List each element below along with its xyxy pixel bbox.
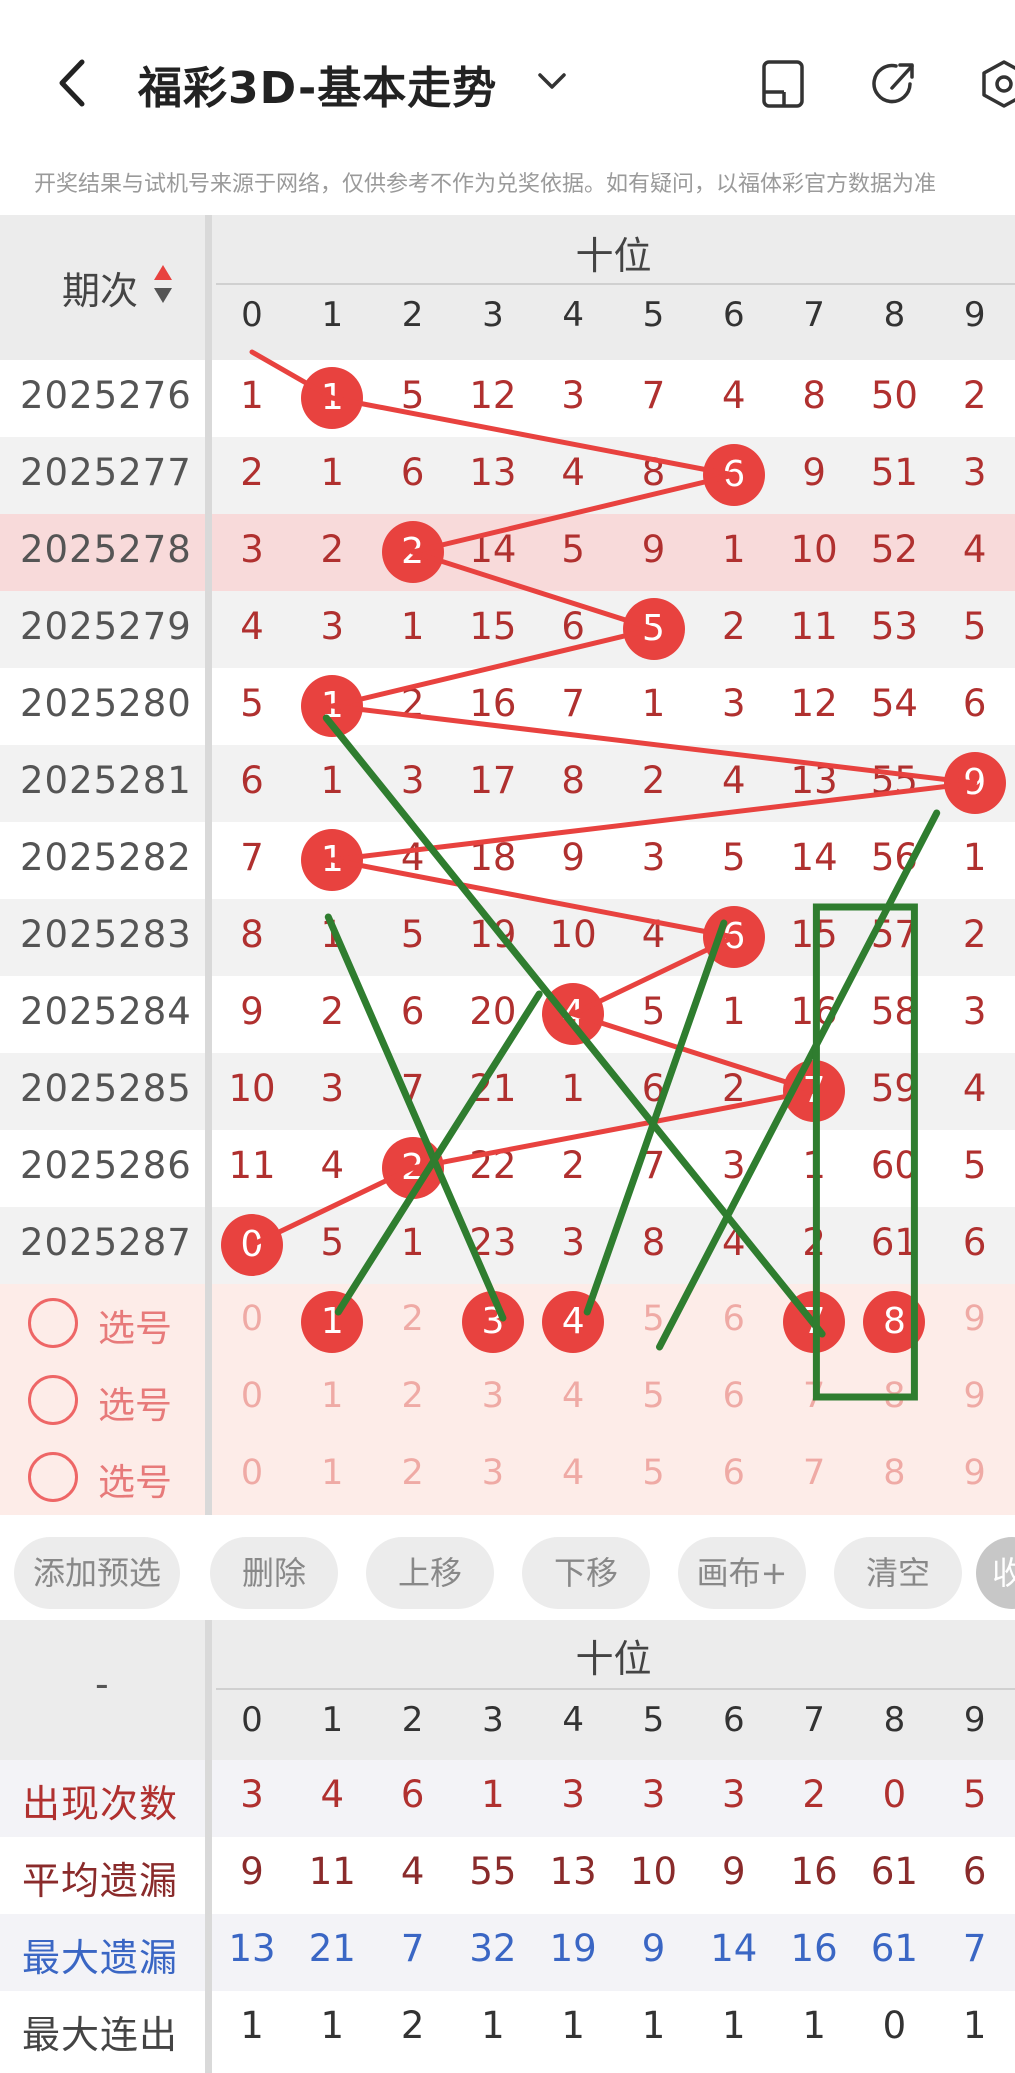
stats-cell: 3 [641, 1773, 666, 1816]
stats-cell: 7 [400, 1927, 425, 1970]
stats-cell: 19 [549, 1927, 597, 1970]
share-icon[interactable] [870, 58, 918, 110]
stats-digit-4: 4 [562, 1700, 584, 1740]
stats-header-divider [216, 1688, 1015, 1690]
stats-cell: 5 [962, 1773, 987, 1816]
stats-cell: 3 [722, 1773, 746, 1816]
stats-cell: 2 [802, 1773, 826, 1816]
add-preselect-button[interactable]: 添加预选 [14, 1537, 180, 1609]
stats-position-header: 十位 0 1 2 3 4 5 6 7 8 9 [212, 1620, 1015, 1760]
trend-line-segment [249, 349, 335, 401]
stats-table: - 十位 0123456789 出现次数 3 4 6 1 3 3 3 2 0 5 平均遗漏 9 11 4 55… [0, 1620, 1015, 2073]
stats-digit-7: 7 [803, 1700, 825, 1740]
stats-cell: 6 [962, 1850, 987, 1893]
stats-cell: 6 [400, 1773, 425, 1816]
stats-cell: 1 [561, 2004, 585, 2047]
move-up-button[interactable]: 上移 [366, 1537, 494, 1609]
stats-row-name: 最大连出 [22, 2013, 179, 2057]
stats-row: 平均遗漏 9 11 4 55 13 10 9 16 61 6 [0, 1837, 1015, 1914]
stats-cell: 1 [481, 2004, 505, 2047]
stats-cell: 3 [561, 1773, 585, 1816]
stats-row: 最大连出 1 1 2 1 1 1 1 1 0 1 [0, 1991, 1015, 2068]
top-bar: 福彩3D-基本走势 开奖结果与试机号来源于网络，仅供参考不作为兑奖依据。如有疑问… [0, 0, 1015, 197]
stats-cell: 7 [962, 1927, 987, 1970]
annotation-stroke [583, 919, 728, 1316]
stats-cell: 10 [629, 1850, 678, 1893]
annotation-stroke [334, 990, 543, 1316]
stats-corner: - [0, 1620, 205, 1760]
stats-cell: 1 [320, 2004, 345, 2047]
stats-cell: 16 [790, 1850, 838, 1893]
stats-cell: 9 [240, 1850, 264, 1893]
trend-grid: 期次 十位 0123456789 20252761151237485022025… [0, 215, 1015, 1515]
stats-digit-5: 5 [642, 1700, 665, 1740]
stats-row: 出现次数 3 4 6 1 3 3 3 2 0 5 [0, 1760, 1015, 1837]
stats-cell: 1 [962, 2004, 987, 2047]
stats-cell: 14 [710, 1927, 758, 1970]
stats-cell: 11 [308, 1850, 356, 1893]
stats-row-name: 平均遗漏 [22, 1859, 179, 1903]
settings-icon[interactable] [980, 58, 1015, 110]
phone-layout-icon[interactable] [760, 58, 808, 110]
stats-digit-3: 3 [482, 1700, 504, 1740]
stats-cell: 1 [240, 2004, 264, 2047]
trend-line-segment [410, 549, 656, 632]
stats-row-name: 出现次数 [22, 1782, 179, 1826]
trend-line-segment [329, 703, 978, 786]
drawing-overlay [249, 349, 978, 1401]
stats-cell: 2 [400, 2004, 425, 2047]
stats-digit-9: 9 [963, 1700, 986, 1740]
trend-line-segment [570, 934, 737, 1017]
trend-line-segment [410, 472, 737, 555]
stats-digit-8: 8 [883, 1700, 906, 1740]
stats-cell: 16 [790, 1927, 838, 1970]
trend-line-segment [329, 857, 737, 940]
stats-cell: 1 [802, 2004, 826, 2047]
back-arrow-icon[interactable] [52, 58, 92, 108]
stats-cell: 0 [882, 2004, 907, 2047]
stats-digit-1: 1 [321, 1700, 344, 1740]
page-title[interactable]: 福彩3D-基本走势 [138, 52, 497, 116]
stats-cell: 13 [228, 1927, 276, 1970]
stats-cell: 9 [641, 1927, 666, 1970]
data-source-notice: 开奖结果与试机号来源于网络，仅供参考不作为兑奖依据。如有疑问，以福体彩官方数据为… [34, 172, 937, 197]
annotation-stroke [656, 809, 941, 1351]
stats-position-label: 十位 [575, 1637, 652, 1681]
stats-cell: 4 [320, 1773, 345, 1816]
stats-cell: 1 [722, 2004, 746, 2047]
stats-cell: 3 [240, 1773, 264, 1816]
action-toolbar: 添加预选 删除 上移 下移 画布+ 清空 收 [0, 1515, 1015, 1615]
annotation-stroke [324, 913, 507, 1322]
trend-line-segment [570, 1011, 817, 1094]
stats-corner-dash: - [95, 1662, 109, 1706]
stats-digit-6: 6 [722, 1700, 745, 1740]
stats-cell: 1 [641, 2004, 666, 2047]
stats-digit-0: 0 [241, 1700, 263, 1740]
trend-line-segment [329, 626, 656, 709]
stats-column-divider [205, 1620, 212, 2073]
canvas-plus-button[interactable]: 画布+ [678, 1537, 806, 1609]
stats-cell: 61 [870, 1927, 918, 1970]
stats-cell: 1 [481, 1773, 505, 1816]
stats-cell: 55 [469, 1850, 517, 1893]
stats-cell: 32 [469, 1927, 517, 1970]
delete-button[interactable]: 删除 [210, 1537, 338, 1609]
stats-cell: 4 [400, 1850, 425, 1893]
annotation-box [812, 903, 918, 1401]
stats-cell: 21 [308, 1927, 356, 1970]
move-down-button[interactable]: 下移 [522, 1537, 650, 1609]
stats-row: 最大遗漏 13 21 7 32 19 9 14 16 61 7 [0, 1914, 1015, 1991]
collapse-button[interactable]: 收 [976, 1537, 1015, 1609]
stats-cell: 9 [722, 1850, 746, 1893]
stats-cell: 13 [549, 1850, 597, 1893]
stats-cell: 0 [882, 1773, 907, 1816]
chevron-down-icon[interactable] [535, 66, 569, 96]
stats-row-name: 最大遗漏 [22, 1936, 179, 1980]
stats-cell: 61 [870, 1850, 918, 1893]
clear-button[interactable]: 清空 [834, 1537, 962, 1609]
trend-line-segment [329, 395, 737, 478]
stats-digit-2: 2 [401, 1700, 424, 1740]
